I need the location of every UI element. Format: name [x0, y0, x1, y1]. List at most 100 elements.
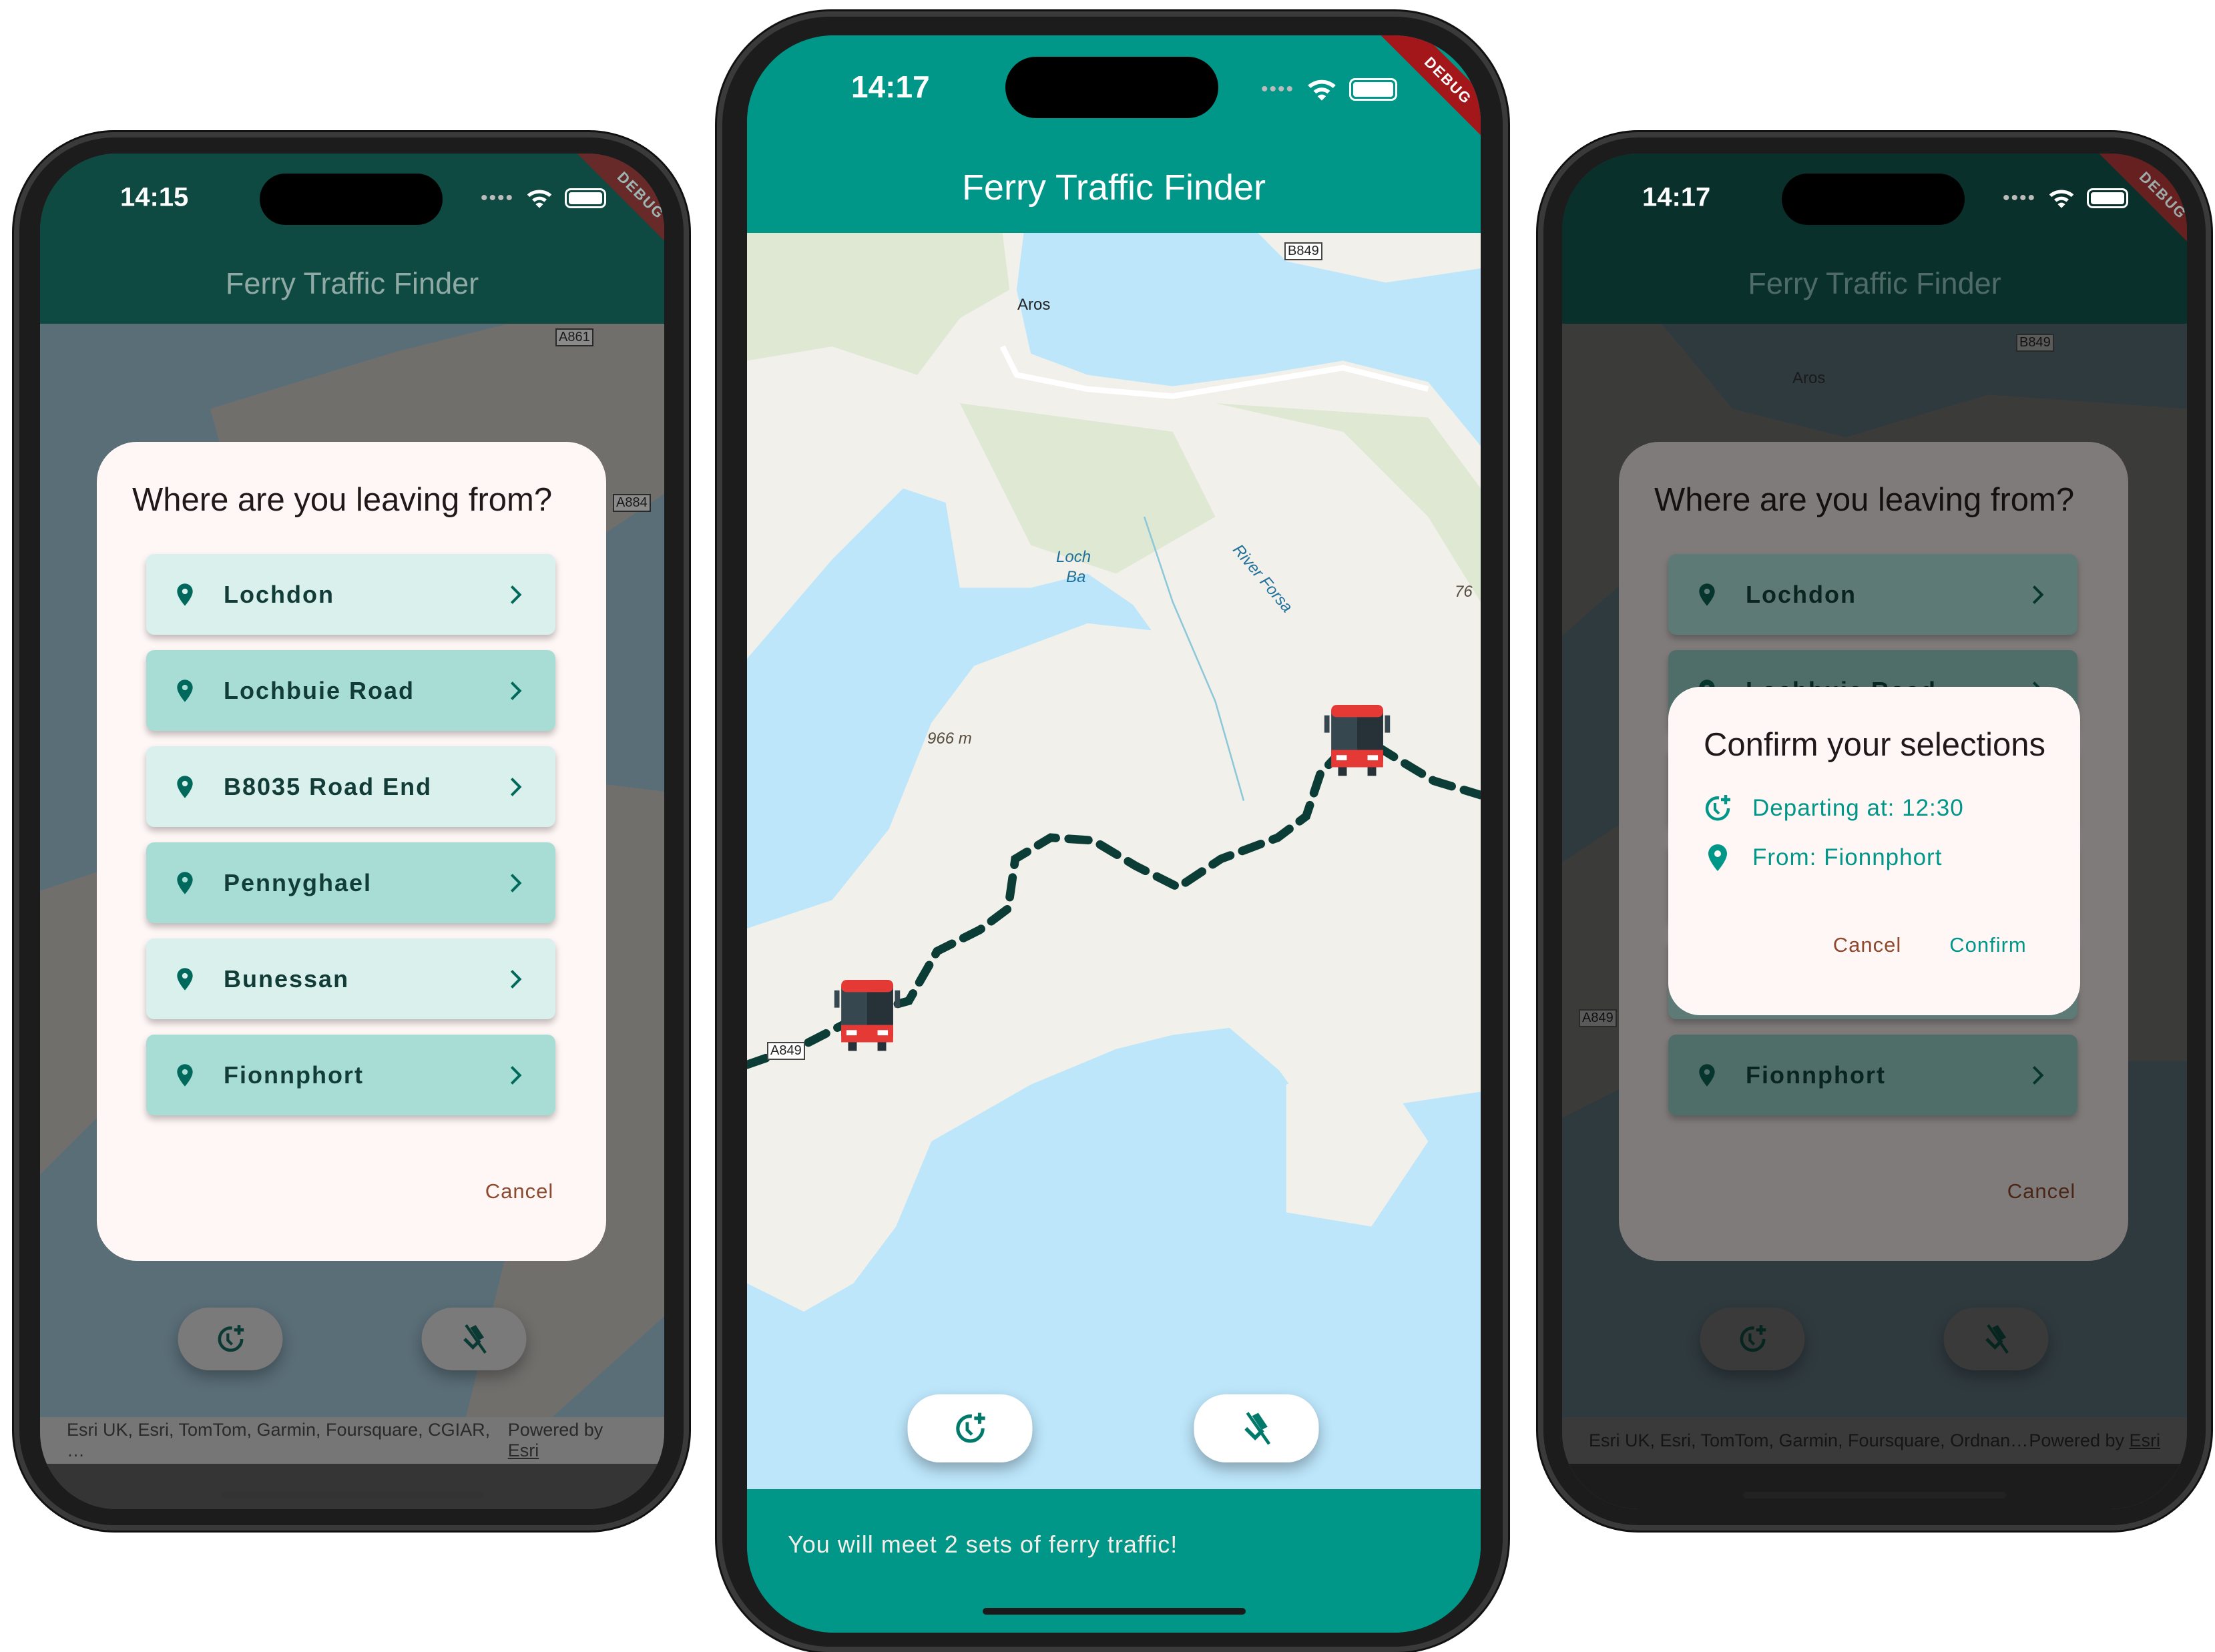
map-road-label: A849 — [767, 1042, 805, 1060]
map-road-label: A861 — [555, 328, 593, 346]
map-place-label: Aros — [1017, 296, 1051, 314]
powered-by: Powered by Esri — [507, 1420, 603, 1460]
location-pin-icon — [1694, 581, 1720, 608]
map-view[interactable] — [747, 233, 1481, 1489]
map-road-label: A849 — [1579, 1009, 1617, 1027]
ferry-traffic-marker[interactable] — [1322, 702, 1392, 778]
location-pin-icon — [172, 581, 198, 608]
location-option[interactable]: Pennyghael — [146, 842, 555, 923]
from-location: From: Fionnphort — [1752, 844, 1943, 870]
location-pin-icon — [172, 774, 198, 800]
attribution-text: Esri UK, Esri, TomTom, Garmin, Foursquar… — [67, 1420, 491, 1460]
set-departure-time-button[interactable] — [1700, 1308, 1805, 1370]
ferry-traffic-marker[interactable] — [832, 977, 902, 1053]
map-attribution: Esri UK, Esri, TomTom, Garmin, Foursquar… — [40, 1417, 664, 1464]
wifi-icon — [2047, 184, 2076, 213]
map-road-label: B849 — [2016, 334, 2054, 352]
location-label: Fionnphort — [1746, 1061, 1886, 1089]
chevron-right-icon — [502, 774, 529, 800]
location-label: B8035 Road End — [224, 772, 433, 800]
map-road-label: A884 — [613, 494, 651, 512]
app-title: Ferry Traffic Finder — [1748, 266, 2001, 300]
location-pin-icon — [1694, 1062, 1720, 1089]
cancel-button[interactable]: Cancel — [1833, 933, 1902, 957]
battery-icon — [1349, 78, 1398, 101]
location-pin-icon — [1702, 842, 1734, 874]
location-option[interactable]: B8035 Road End — [146, 746, 555, 827]
location-option[interactable]: Bunessan — [146, 938, 555, 1019]
home-indicator — [1743, 1492, 2006, 1498]
location-pin-icon — [172, 870, 198, 896]
map-water-label: Ba — [1066, 568, 1086, 586]
confirm-button[interactable]: Confirm — [1949, 933, 2027, 957]
status-icons: •••• — [2003, 184, 2129, 213]
location-option[interactable]: Lochbuie Road — [146, 650, 555, 731]
clock-plus-icon — [1736, 1322, 1769, 1356]
map-place-label: Aros — [1792, 369, 1826, 387]
location-label: Pennyghael — [224, 868, 373, 896]
dialog-title: Where are you leaving from? — [1654, 482, 2075, 518]
signal-icon: •••• — [481, 187, 515, 209]
confirm-dialog-title: Confirm your selections — [1704, 727, 2045, 763]
location-option[interactable]: Lochdon — [1668, 554, 2077, 635]
battery-icon — [2087, 188, 2129, 208]
home-indicator — [220, 1492, 484, 1498]
app-title: Ferry Traffic Finder — [225, 266, 479, 300]
dynamic-island — [260, 174, 443, 225]
attribution-text: Esri UK, Esri, TomTom, Garmin, Foursquar… — [1589, 1430, 2029, 1450]
map-attribution: Esri UK, Esri, TomTom, Garmin, Foursquar… — [1562, 1417, 2187, 1464]
app-title: Ferry Traffic Finder — [961, 168, 1266, 208]
location-option[interactable]: Fionnphort — [146, 1035, 555, 1115]
location-option[interactable]: Fionnphort — [1668, 1035, 2077, 1115]
dynamic-island — [1005, 57, 1218, 118]
location-label: Lochdon — [1746, 580, 1857, 608]
location-pin-icon — [172, 677, 198, 704]
from-row: From: Fionnphort — [1702, 842, 1942, 874]
set-departure-time-button[interactable] — [178, 1308, 283, 1370]
location-label: Bunessan — [224, 965, 350, 993]
status-time: 14:15 — [120, 182, 189, 212]
clock-plus-icon — [214, 1322, 247, 1356]
toggle-ferry-traffic-button[interactable] — [1943, 1308, 2049, 1370]
signal-icon: •••• — [2003, 187, 2037, 209]
location-label: Lochdon — [224, 580, 334, 608]
set-departure-time-button[interactable] — [907, 1394, 1033, 1462]
location-label: Lochbuie Road — [224, 676, 415, 704]
wifi-icon — [525, 184, 554, 213]
toggle-ferry-traffic-button[interactable] — [1194, 1394, 1319, 1462]
home-indicator — [982, 1608, 1246, 1615]
esri-link[interactable]: Esri — [508, 1440, 539, 1460]
dialog-title: Where are you leaving from? — [132, 482, 553, 518]
cancel-button[interactable]: Cancel — [485, 1179, 554, 1203]
dynamic-island — [1782, 174, 1965, 225]
location-label: Fionnphort — [224, 1061, 364, 1089]
right-phone-screen: B849 Aros A849 Ferry Traffic Finder Esri… — [1562, 154, 2187, 1509]
map-peak-label: 76 — [1455, 583, 1473, 601]
departing-row: Departing at: 12:30 — [1702, 792, 1964, 824]
clock-plus-icon — [951, 1410, 989, 1447]
departing-time: Departing at: 12:30 — [1752, 795, 1964, 821]
esri-link[interactable]: Esri — [2130, 1430, 2161, 1450]
signal-icon: •••• — [1261, 78, 1295, 100]
map-road-label: B849 — [1284, 242, 1322, 260]
powered-by: Powered by Esri — [2029, 1430, 2161, 1450]
battery-icon — [565, 188, 607, 208]
location-pin-icon — [172, 1062, 198, 1089]
chevron-right-icon — [502, 966, 529, 993]
wifi-icon — [1305, 73, 1338, 106]
status-icons: •••• — [481, 184, 607, 213]
chevron-right-icon — [502, 581, 529, 608]
chevron-right-icon — [502, 677, 529, 704]
ferry-off-icon — [1979, 1322, 2013, 1356]
status-icons: •••• — [1261, 73, 1398, 106]
toggle-ferry-traffic-button[interactable] — [421, 1308, 527, 1370]
chevron-right-icon — [502, 1062, 529, 1089]
traffic-message: You will meet 2 sets of ferry traffic! — [788, 1531, 1178, 1558]
location-option[interactable]: Lochdon — [146, 554, 555, 635]
chevron-right-icon — [502, 870, 529, 896]
location-pin-icon — [172, 966, 198, 993]
map-peak-label: 966 m — [927, 730, 972, 748]
cancel-button[interactable]: Cancel — [2007, 1179, 2076, 1203]
chevron-right-icon — [2024, 1062, 2051, 1089]
status-time: 14:17 — [851, 69, 930, 104]
